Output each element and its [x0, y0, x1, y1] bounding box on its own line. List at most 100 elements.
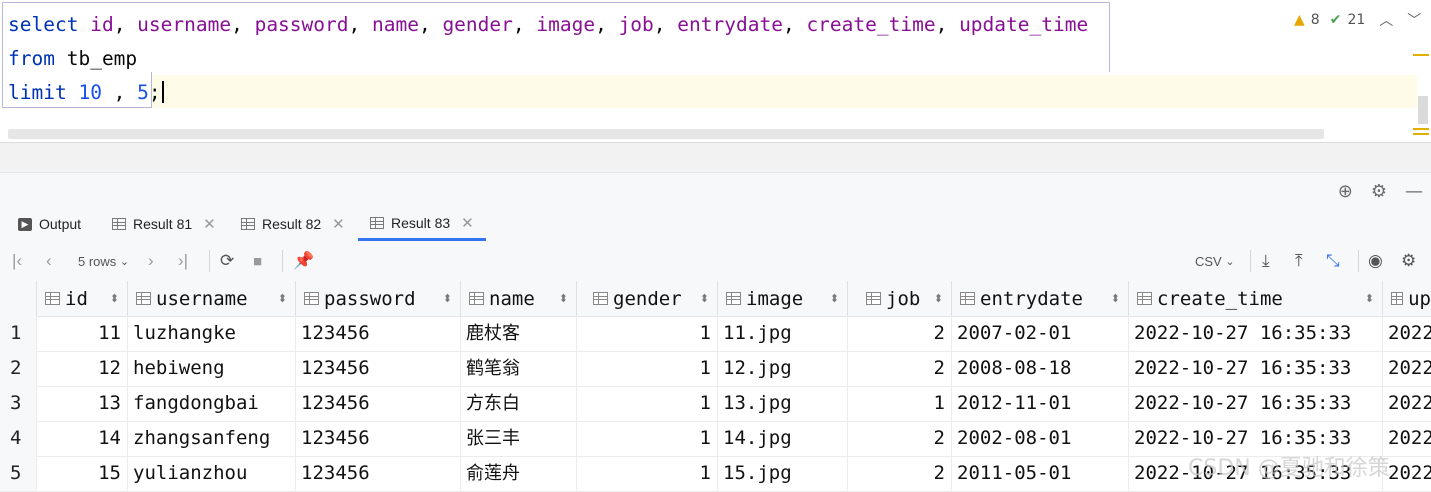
column-header-update-time[interactable]: up [1382, 281, 1431, 316]
sort-icon[interactable]: ⬍ [110, 292, 119, 305]
tab-result-83[interactable]: Result 83 ✕ [358, 208, 486, 241]
chevron-down-icon[interactable]: ﹀ [1407, 10, 1421, 30]
column-header-entrydate[interactable]: entrydate ⬍ [951, 281, 1128, 316]
cell-update-time[interactable]: 2022 [1382, 316, 1431, 351]
tab-output[interactable]: ▶ Output [18, 208, 81, 240]
close-icon[interactable]: ✕ [461, 214, 474, 232]
code-line-2[interactable]: from tb_emp [8, 47, 137, 71]
eye-icon[interactable]: ◉ [1368, 241, 1383, 281]
upload-icon[interactable]: ⤒ [1295, 241, 1303, 281]
vertical-scrollbar[interactable] [1418, 96, 1428, 124]
cell-image[interactable]: 12.jpg [717, 351, 847, 386]
cell-create-time[interactable]: 2022-10-27 16:35:33 [1128, 316, 1382, 351]
cell-entrydate[interactable]: 2011-05-01 [951, 456, 1128, 491]
cell-password[interactable]: 123456 [295, 316, 460, 351]
cell-create-time[interactable]: 2022-10-27 16:35:33 [1128, 386, 1382, 421]
code-line-1[interactable]: select id, username, password, name, gen… [8, 13, 1088, 37]
compare-icon[interactable]: ⤡ [1326, 241, 1340, 281]
code-line-3[interactable]: limit 10 , 5; [8, 81, 164, 105]
cell-gender[interactable]: 1 [576, 386, 717, 421]
error-stripe-marker[interactable] [1413, 54, 1429, 56]
previous-page-icon[interactable]: ‹ [46, 241, 52, 281]
cell-create-time[interactable]: 2022-10-27 16:35:33 [1128, 351, 1382, 386]
cell-id[interactable]: 15 [36, 456, 127, 491]
sort-icon[interactable]: ⬍ [278, 292, 287, 305]
cell-update-time[interactable]: 2022 [1382, 351, 1431, 386]
download-icon[interactable]: ⤓ [1262, 241, 1270, 281]
minimize-icon[interactable]: — [1405, 181, 1423, 202]
table-row[interactable]: 2 12 hebiweng 123456 鹤笔翁 1 12.jpg 2 2008… [0, 351, 1431, 387]
sort-icon[interactable]: ⬍ [559, 292, 568, 305]
cell-image[interactable]: 13.jpg [717, 386, 847, 421]
rows-selector[interactable]: 5 rows ⌄ [78, 241, 129, 281]
cell-name[interactable]: 张三丰 [460, 421, 576, 456]
sort-icon[interactable]: ⬍ [700, 292, 709, 305]
last-page-icon[interactable]: ›| [178, 241, 188, 281]
column-header-gender[interactable]: gender ⬍ [576, 281, 717, 316]
cell-image[interactable]: 14.jpg [717, 421, 847, 456]
next-page-icon[interactable]: › [148, 241, 154, 281]
cell-username[interactable]: fangdongbai [127, 386, 295, 421]
column-header-image[interactable]: image ⬍ [717, 281, 847, 316]
chevron-up-icon[interactable]: ︿ [1379, 10, 1393, 30]
cell-image[interactable]: 15.jpg [717, 456, 847, 491]
cell-password[interactable]: 123456 [295, 386, 460, 421]
sql-editor[interactable]: select id, username, password, name, gen… [0, 0, 1431, 142]
cell-gender[interactable]: 1 [576, 316, 717, 351]
cell-id[interactable]: 13 [36, 386, 127, 421]
cell-name[interactable]: 鹿杖客 [460, 316, 576, 351]
error-stripe-marker[interactable] [1413, 133, 1429, 135]
cell-job[interactable]: 2 [847, 351, 951, 386]
column-header-job[interactable]: job ⬍ [847, 281, 951, 316]
pin-icon[interactable]: 📌 [293, 241, 314, 281]
horizontal-scrollbar[interactable] [8, 129, 1324, 139]
editor-divider[interactable] [0, 142, 1431, 173]
cell-entrydate[interactable]: 2002-08-01 [951, 421, 1128, 456]
sort-icon[interactable]: ⬍ [1111, 292, 1120, 305]
cell-job[interactable]: 2 [847, 421, 951, 456]
cell-password[interactable]: 123456 [295, 421, 460, 456]
column-header-password[interactable]: password ⬍ [295, 281, 460, 316]
cell-name[interactable]: 俞莲舟 [460, 456, 576, 491]
cell-entrydate[interactable]: 2008-08-18 [951, 351, 1128, 386]
cell-gender[interactable]: 1 [576, 421, 717, 456]
cell-username[interactable]: yulianzhou [127, 456, 295, 491]
gear-icon[interactable]: ⚙ [1371, 181, 1387, 202]
tab-result-82[interactable]: Result 82 ✕ [241, 208, 345, 240]
close-icon[interactable]: ✕ [203, 215, 216, 233]
gear-icon[interactable]: ⚙ [1401, 241, 1416, 281]
sort-icon[interactable]: ⬍ [443, 292, 452, 305]
cell-job[interactable]: 1 [847, 386, 951, 421]
cell-name[interactable]: 方东白 [460, 386, 576, 421]
cell-job[interactable]: 2 [847, 316, 951, 351]
crosshair-icon[interactable]: ⊕ [1338, 181, 1353, 202]
inspection-widget[interactable]: ▲ 8 ✔ 21 ︿ ﹀ [1294, 10, 1421, 30]
cell-image[interactable]: 11.jpg [717, 316, 847, 351]
table-row[interactable]: 1 11 luzhangke 123456 鹿杖客 1 11.jpg 2 200… [0, 316, 1431, 352]
sort-icon[interactable]: ⬍ [1365, 292, 1374, 305]
close-icon[interactable]: ✕ [332, 215, 345, 233]
cell-username[interactable]: zhangsanfeng [127, 421, 295, 456]
cell-username[interactable]: hebiweng [127, 351, 295, 386]
tab-result-81[interactable]: Result 81 ✕ [112, 208, 216, 240]
cell-entrydate[interactable]: 2012-11-01 [951, 386, 1128, 421]
column-header-create-time[interactable]: create_time ⬍ [1128, 281, 1382, 316]
cell-username[interactable]: luzhangke [127, 316, 295, 351]
cell-id[interactable]: 14 [36, 421, 127, 456]
error-stripe-marker[interactable] [1413, 128, 1429, 130]
cell-gender[interactable]: 1 [576, 456, 717, 491]
column-header-id[interactable]: id ⬍ [36, 281, 127, 316]
cell-update-time[interactable]: 2022 [1382, 386, 1431, 421]
first-page-icon[interactable]: |‹ [12, 241, 22, 281]
column-header-username[interactable]: username ⬍ [127, 281, 295, 316]
cell-entrydate[interactable]: 2007-02-01 [951, 316, 1128, 351]
cell-job[interactable]: 2 [847, 456, 951, 491]
export-format-selector[interactable]: CSV ⌄ [1195, 241, 1235, 281]
cell-password[interactable]: 123456 [295, 351, 460, 386]
sort-icon[interactable]: ⬍ [830, 292, 839, 305]
cell-id[interactable]: 11 [36, 316, 127, 351]
refresh-icon[interactable]: ⟳ [220, 241, 234, 281]
cell-name[interactable]: 鹤笔翁 [460, 351, 576, 386]
cell-id[interactable]: 12 [36, 351, 127, 386]
cell-gender[interactable]: 1 [576, 351, 717, 386]
